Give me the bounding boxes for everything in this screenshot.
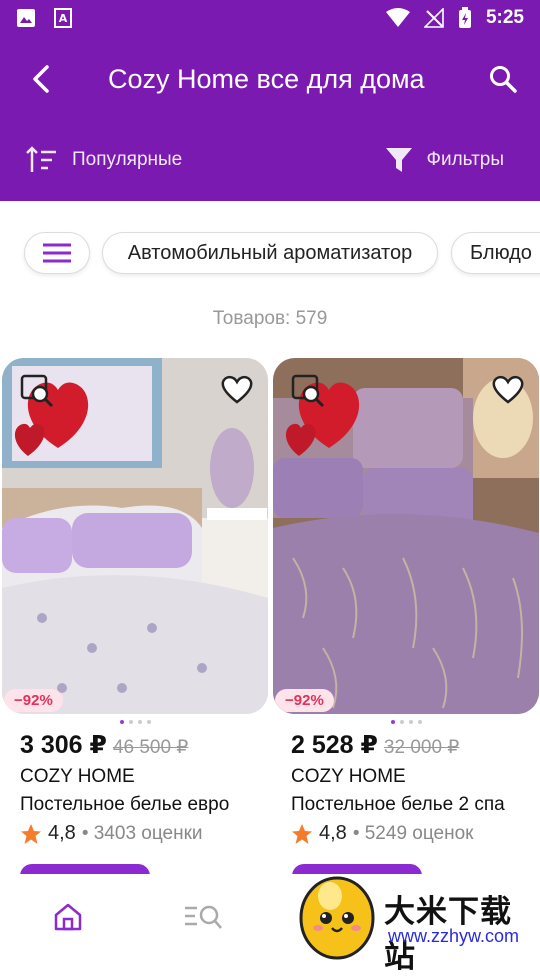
heart-icon (220, 374, 254, 404)
catalog-search-icon (183, 902, 223, 932)
review-count: • 3403 оценки (82, 823, 203, 845)
rating-row: 4,8 • 5249 оценок (273, 822, 539, 845)
watermark: 大米下载站 www.zzhyw.com (292, 866, 540, 960)
product-name: Постельное белье евро (2, 794, 268, 816)
chip-car-freshener[interactable]: Автомобильный ароматизатор (102, 232, 438, 274)
filter-button[interactable]: Фильтры (385, 146, 540, 174)
star-icon (20, 823, 42, 845)
wifi-icon (386, 8, 410, 28)
status-time: 5:25 (486, 7, 524, 29)
visual-search-button[interactable] (20, 374, 54, 413)
svg-text:A: A (59, 12, 68, 25)
sort-label: Популярные (72, 149, 182, 171)
arrow-left-icon (29, 65, 51, 93)
watermark-url: www.zzhyw.com (388, 926, 519, 947)
brand: COZY HOME (273, 766, 539, 788)
page-title: Cozy Home все для дома (80, 64, 466, 95)
sort-icon (26, 146, 58, 174)
category-chips: Автомобильный ароматизатор Блюдо (0, 224, 540, 284)
chip-dish[interactable]: Блюдо (451, 232, 540, 274)
brand: COZY HOME (2, 766, 268, 788)
status-bar: A 5:25 (0, 0, 540, 36)
search-icon (489, 65, 517, 93)
sort-button[interactable]: Популярные (0, 146, 182, 174)
star-icon (291, 823, 313, 845)
battery-icon (458, 7, 472, 29)
visual-search-button[interactable] (291, 374, 325, 413)
product-photo[interactable]: −92% (2, 358, 268, 714)
price: 2 528 ₽ (291, 730, 378, 760)
rating-value: 4,8 (319, 822, 347, 845)
image-icon (16, 8, 36, 28)
price-row: 2 528 ₽ 32 000 ₽ (273, 730, 539, 760)
favorite-button[interactable] (491, 374, 525, 409)
mascot-egg-icon (294, 866, 380, 960)
photo-pager (2, 720, 268, 724)
product-card[interactable]: −92% 2 528 ₽ 32 000 ₽ COZY HOME Постельн… (273, 358, 539, 845)
price-row: 3 306 ₽ 46 500 ₽ (2, 730, 268, 760)
home-icon (53, 902, 83, 932)
image-search-icon (20, 374, 54, 408)
image-search-icon (291, 374, 325, 408)
font-icon: A (54, 8, 72, 28)
hamburger-icon (43, 243, 71, 263)
no-signal-icon (424, 8, 444, 28)
photo-pager (273, 720, 539, 724)
product-card[interactable]: −92% 3 306 ₽ 46 500 ₽ COZY HOME Постельн… (2, 358, 268, 845)
funnel-icon (385, 146, 413, 174)
rating-row: 4,8 • 3403 оценки (2, 822, 268, 845)
rating-value: 4,8 (48, 822, 76, 845)
nav-catalog[interactable] (135, 874, 270, 960)
back-button[interactable] (0, 36, 80, 122)
review-count: • 5249 оценок (353, 823, 474, 845)
search-button[interactable] (466, 36, 540, 122)
nav-home[interactable] (0, 874, 135, 960)
discount-badge: −92% (4, 689, 63, 712)
heart-icon (491, 374, 525, 404)
app-bar: Cozy Home все для дома Популярные Фильтр… (0, 36, 540, 201)
menu-chip[interactable] (24, 232, 90, 274)
product-name: Постельное белье 2 спа (273, 794, 539, 816)
discount-badge: −92% (275, 689, 334, 712)
product-photo[interactable]: −92% (273, 358, 539, 714)
old-price: 46 500 ₽ (113, 736, 188, 759)
products-count: Товаров: 579 (0, 308, 540, 330)
favorite-button[interactable] (220, 374, 254, 409)
old-price: 32 000 ₽ (384, 736, 459, 759)
price: 3 306 ₽ (20, 730, 107, 760)
filter-label: Фильтры (427, 149, 504, 171)
